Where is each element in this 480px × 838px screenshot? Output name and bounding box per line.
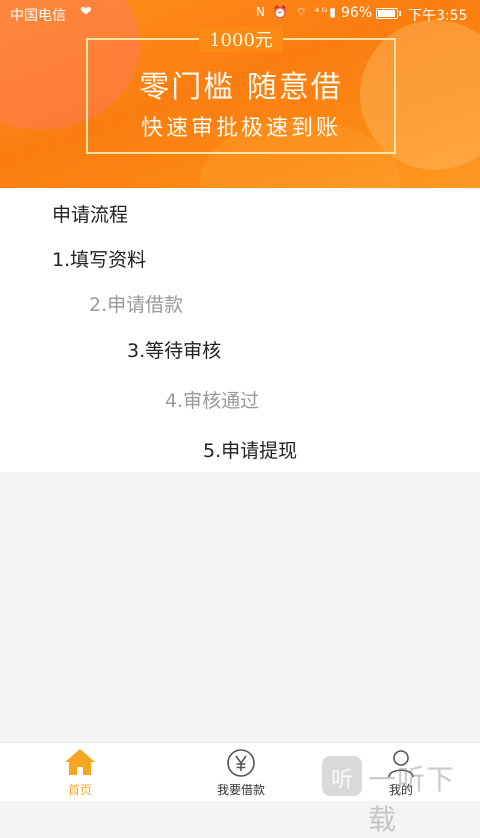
process-step: 3.等待审核 [127,340,222,362]
nav-home[interactable]: 首页 [20,743,140,801]
process-step: 2.申请借款 [89,294,184,316]
process-step: 4.审核通过 [165,390,260,412]
battery-icon [376,8,401,19]
nav-home-label: 首页 [67,783,92,797]
battery-percent: 96% [341,5,373,21]
watermark-text: 一听下载 [368,763,456,836]
status-icons: N ⏰ ⌔ ⁴ᴳ▮ [256,5,338,19]
nav-borrow[interactable]: 我要借款 [181,743,301,801]
watermark-logo: 听 [322,756,362,796]
status-bar: 中国电信 ❤ N ⏰ ⌔ ⁴ᴳ▮ 96% 下午3:55 [0,0,480,28]
promo-banner[interactable]: 中国电信 ❤ N ⏰ ⌔ ⁴ᴳ▮ 96% 下午3:55 1000元 零门槛 随意… [0,0,480,188]
nav-borrow-label: 我要借款 [216,783,265,797]
watermark: 听 一听下载 [322,752,480,836]
banner-amount: 1000元 [88,26,394,52]
home-icon [63,747,97,781]
banner-frame: 1000元 零门槛 随意借 快速审批极速到账 [86,26,396,154]
application-process: 申请流程 1.填写资料 2.申请借款 3.等待审核 4.审核通过 5.申请提现 [0,188,480,472]
process-step: 1.填写资料 [52,249,147,271]
banner-subline: 快速审批极速到账 [140,116,341,141]
process-title: 申请流程 [52,204,129,226]
clock: 下午3:55 [408,8,468,24]
process-step: 5.申请提现 [203,440,298,462]
yen-coin-icon [225,747,257,783]
carrier-name: 中国电信 [10,8,66,24]
banner-headline: 零门槛 随意借 [139,70,343,105]
heart-icon: ❤ [80,4,92,20]
